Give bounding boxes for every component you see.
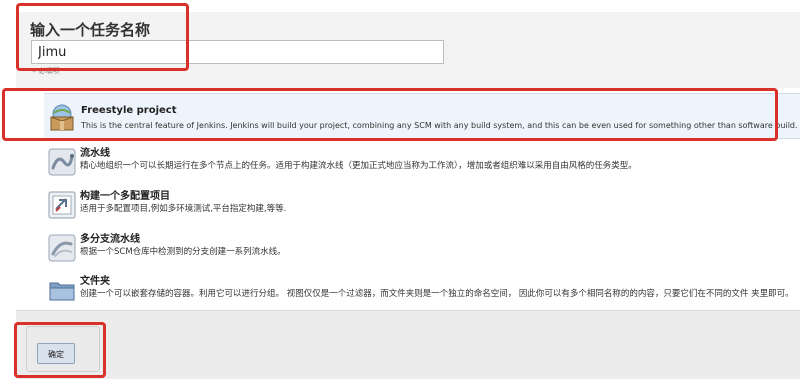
job-type-multi-config[interactable]: 构建一个多配置项目 适用于多配置项目,例如多环境测试,平台指定构建,等等. <box>32 183 800 227</box>
job-type-freestyle[interactable]: Freestyle project This is the central fe… <box>44 93 800 139</box>
footer-bar <box>16 310 800 379</box>
ok-button[interactable]: 确定 <box>37 343 75 364</box>
freestyle-box-icon <box>50 104 74 131</box>
job-type-title: 多分支流水线 <box>80 234 140 245</box>
job-type-description: 创建一个可以嵌套存储的容器。利用它可以进行分组。 视图仅仅是一个过滤器，而文件夹… <box>80 289 794 299</box>
pipeline-icon <box>48 148 76 176</box>
job-type-description: This is the central feature of Jenkins. … <box>81 121 798 130</box>
job-type-description: 精心地组织一个可以长期运行在多个节点上的任务。适用于构建流水线（更加正式地应当称… <box>80 161 637 171</box>
job-type-title: 流水线 <box>80 148 110 159</box>
job-type-description: 根据一个SCM仓库中检测到的分支创建一系列流水线。 <box>80 247 286 257</box>
name-title: 输入一个任务名称 <box>30 21 151 39</box>
job-type-title: 文件夹 <box>80 276 110 287</box>
required-hint: » 必填项 <box>32 67 60 75</box>
job-type-folder[interactable]: 文件夹 创建一个可以嵌套存储的容器。利用它可以进行分组。 视图仅仅是一个过滤器，… <box>32 268 800 312</box>
job-type-title: 构建一个多配置项目 <box>80 191 170 202</box>
job-type-pipeline[interactable]: 流水线 精心地组织一个可以长期运行在多个节点上的任务。适用于构建流水线（更加正式… <box>32 140 800 184</box>
multi-config-icon <box>48 191 76 219</box>
job-type-multibranch[interactable]: 多分支流水线 根据一个SCM仓库中检测到的分支创建一系列流水线。 <box>32 226 800 270</box>
job-type-title: Freestyle project <box>81 105 177 116</box>
folder-icon <box>49 282 75 301</box>
job-type-list: Freestyle project This is the central fe… <box>16 88 800 310</box>
item-name-input[interactable] <box>31 40 444 64</box>
multibranch-icon <box>48 234 76 262</box>
job-type-description: 适用于多配置项目,例如多环境测试,平台指定构建,等等. <box>80 204 287 214</box>
